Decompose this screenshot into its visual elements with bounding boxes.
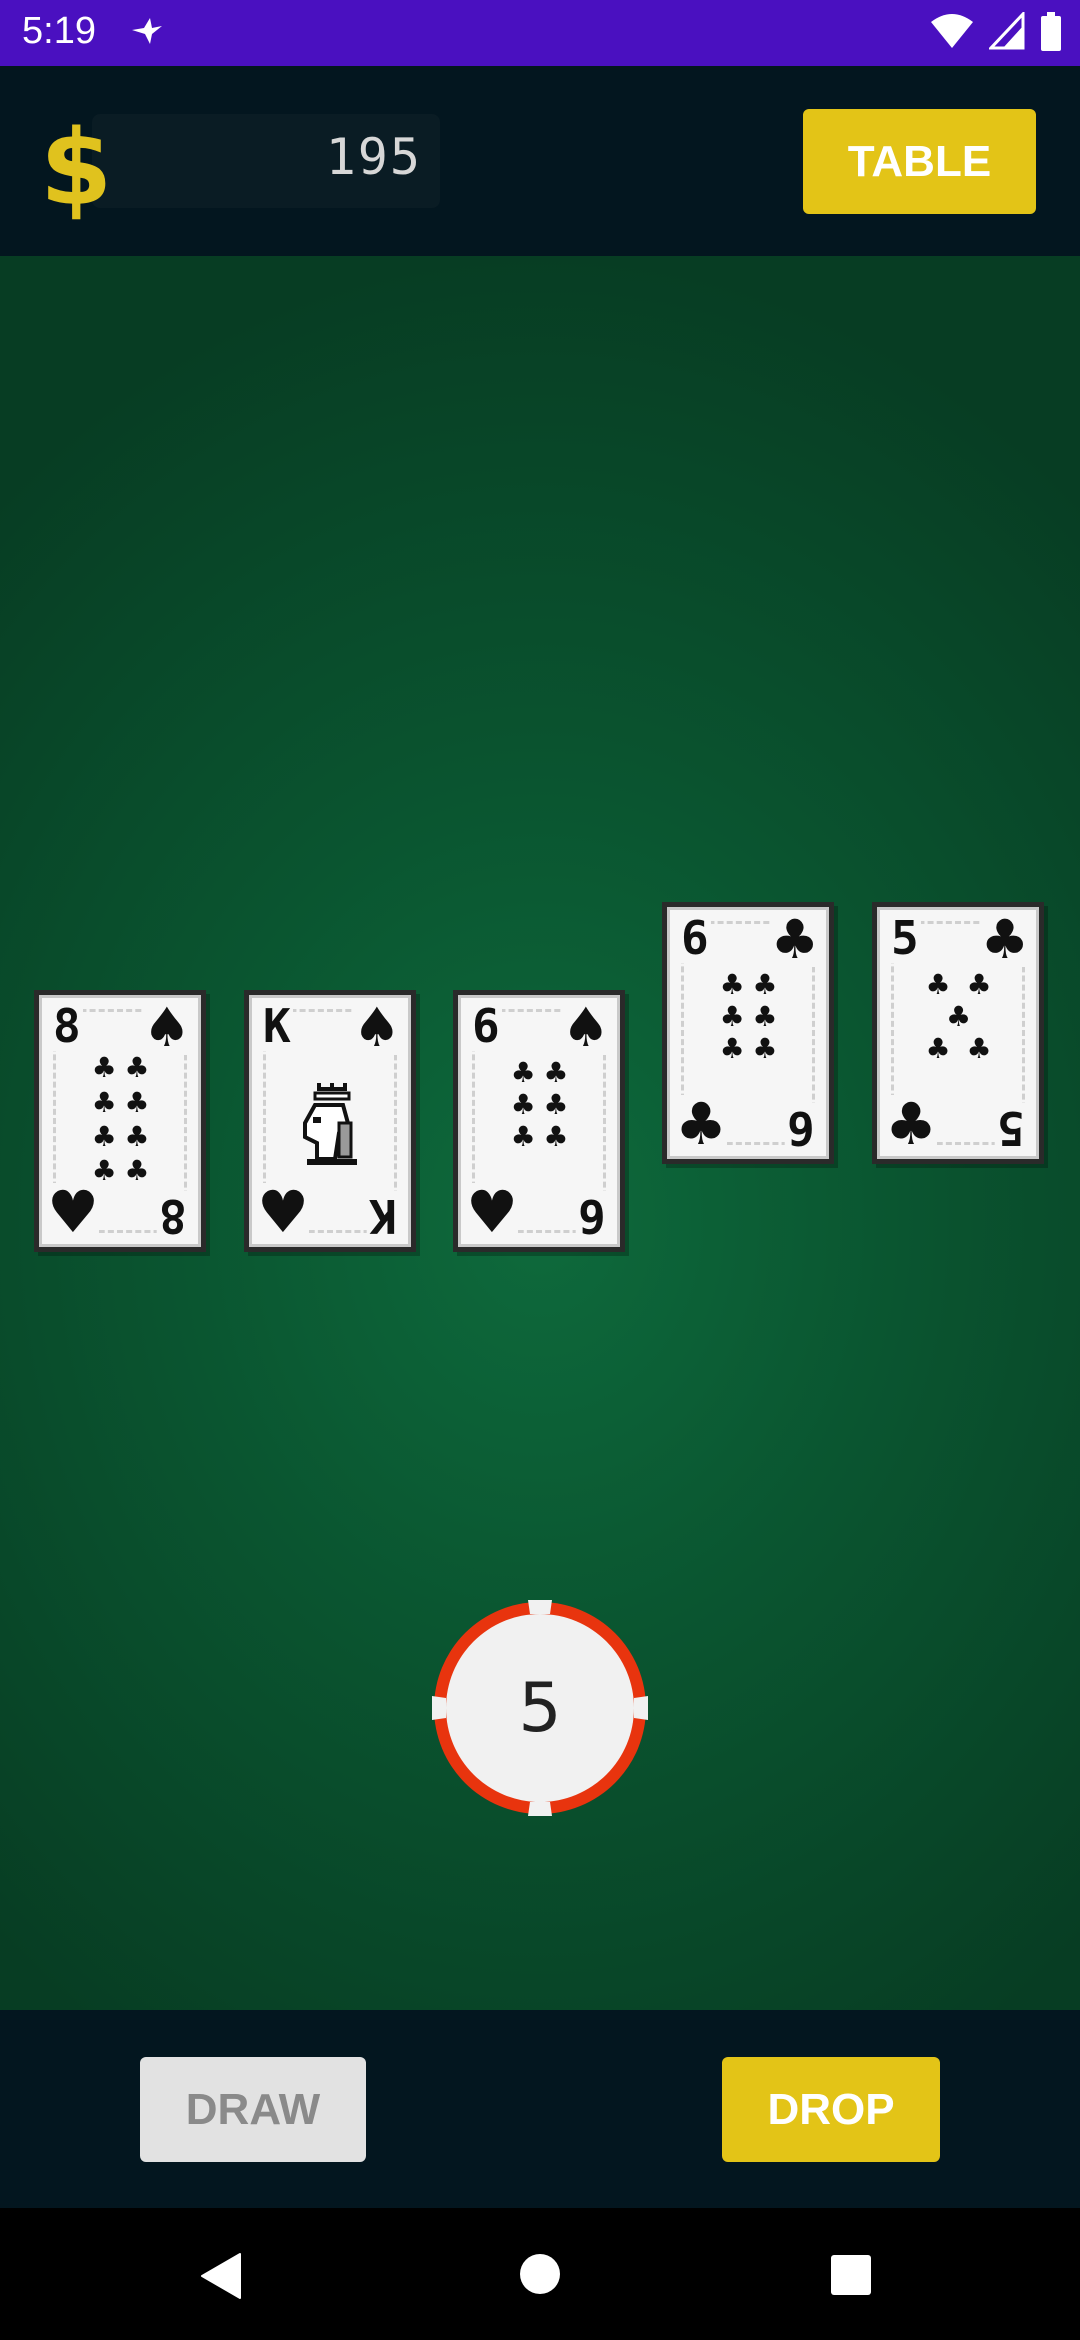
- drop-button[interactable]: DROP: [722, 2057, 940, 2162]
- king-face-icon: [303, 1083, 357, 1165]
- card-rank: K: [261, 999, 293, 1053]
- card-rank-bottom: 5: [995, 1101, 1027, 1155]
- card-rank: 5: [889, 911, 921, 965]
- club-pip-icon: ♣: [719, 1000, 745, 1034]
- battery-icon: [1041, 12, 1061, 51]
- back-icon[interactable]: [200, 2252, 244, 2300]
- club-pip-icon: ♣: [966, 968, 992, 1002]
- card-pips: ♣ ♣ ♣ ♣ ♣: [917, 967, 999, 1099]
- club-pip-icon: ♣: [543, 1088, 569, 1122]
- playing-card-selected[interactable]: 5 ♣ ♣ ♣ ♣ ♣ ♣ ♣ 5: [872, 902, 1044, 1164]
- club-pip-icon: ♣: [719, 968, 745, 1002]
- club-pip-icon: ♣: [91, 1119, 117, 1153]
- playing-card[interactable]: K ♠ ♥ K: [244, 990, 416, 1252]
- bird-notification-icon: [132, 18, 162, 44]
- balance-value: 195: [325, 128, 422, 186]
- system-nav-bar: [0, 2208, 1080, 2340]
- club-pip-icon: ♣: [91, 1085, 117, 1119]
- playing-card-selected[interactable]: 6 ♣ ♣ ♣ ♣ ♣ ♣ ♣ ♣ 6: [662, 902, 834, 1164]
- club-icon: ♣: [675, 1090, 727, 1158]
- card-pips: ♣ ♣ ♣ ♣ ♣ ♣: [498, 1055, 580, 1187]
- signal-icon: [988, 12, 1025, 50]
- spade-icon: ♠: [142, 996, 191, 1059]
- bottom-controls: DRAW DROP: [0, 2010, 1080, 2208]
- playing-card[interactable]: 8 ♠ ♣ ♣ ♣ ♣ ♣ ♣ ♣ ♣ ♥ 8: [34, 990, 206, 1252]
- club-icon: ♣: [885, 1090, 937, 1158]
- status-time: 5:19: [22, 10, 96, 52]
- spade-icon: ♠: [352, 996, 401, 1059]
- home-icon[interactable]: [518, 2252, 562, 2296]
- card-pips: ♣ ♣ ♣ ♣ ♣ ♣ ♣ ♣: [79, 1051, 161, 1188]
- club-pip-icon: ♣: [510, 1056, 536, 1090]
- club-pip-icon: ♣: [719, 1031, 745, 1065]
- heart-icon: ♥: [466, 1178, 518, 1246]
- card-rank-bottom: 6: [785, 1101, 817, 1155]
- status-icons: [920, 12, 1062, 54]
- card-rank: 6: [470, 999, 502, 1053]
- chip-value: 5: [518, 1668, 562, 1748]
- club-pip-icon: ♣: [925, 1031, 951, 1065]
- club-pip-icon: ♣: [543, 1119, 569, 1153]
- club-pip-icon: ♣: [543, 1056, 569, 1090]
- card-rank: 8: [51, 999, 83, 1053]
- card-rank: 6: [679, 911, 711, 965]
- spade-icon: ♠: [561, 996, 610, 1059]
- balance-display: 195: [92, 114, 440, 208]
- wifi-icon: [930, 14, 973, 48]
- club-pip-icon: ♣: [752, 1031, 778, 1065]
- club-pip-icon: ♣: [925, 968, 951, 1002]
- card-rank-bottom: 8: [157, 1189, 189, 1243]
- card-rank-bottom: 6: [576, 1189, 608, 1243]
- card-rank-bottom: K: [367, 1189, 399, 1243]
- club-pip-icon: ♣: [510, 1119, 536, 1153]
- club-pip-icon: ♣: [510, 1088, 536, 1122]
- club-icon: ♣: [980, 908, 1029, 971]
- playing-card[interactable]: 6 ♠ ♣ ♣ ♣ ♣ ♣ ♣ ♥ 6: [453, 990, 625, 1252]
- club-icon: ♣: [770, 908, 819, 971]
- club-pip-icon: ♣: [752, 1000, 778, 1034]
- club-pip-icon: ♣: [966, 1031, 992, 1065]
- top-bar: 195 $ TABLE: [0, 66, 1080, 256]
- club-pip-icon: ♣: [124, 1085, 150, 1119]
- table-button[interactable]: TABLE: [803, 109, 1036, 214]
- club-pip-icon: ♣: [946, 1000, 972, 1034]
- club-pip-icon: ♣: [124, 1154, 150, 1188]
- draw-button[interactable]: DRAW: [140, 2057, 366, 2162]
- club-pip-icon: ♣: [124, 1119, 150, 1153]
- club-pip-icon: ♣: [752, 968, 778, 1002]
- status-bar: 5:19: [0, 0, 1080, 66]
- card-pips: ♣ ♣ ♣ ♣ ♣ ♣: [707, 967, 789, 1099]
- dollar-icon: $: [40, 107, 113, 229]
- heart-icon: ♥: [257, 1178, 309, 1246]
- club-pip-icon: ♣: [124, 1051, 150, 1085]
- recents-icon[interactable]: [830, 2254, 872, 2296]
- heart-icon: ♥: [47, 1178, 99, 1246]
- club-pip-icon: ♣: [91, 1051, 117, 1085]
- bet-chip[interactable]: 5: [432, 1600, 648, 1816]
